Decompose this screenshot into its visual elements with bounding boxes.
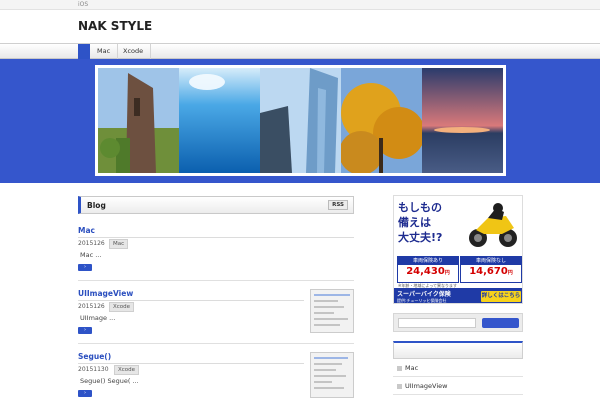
read-more-button[interactable]: › xyxy=(78,390,92,397)
hero-image-frame xyxy=(95,65,506,176)
thumb-line xyxy=(314,300,338,302)
bullet-square-icon xyxy=(397,384,402,389)
ad-headline-line: もしもの xyxy=(398,201,442,214)
post-title-rule xyxy=(78,237,354,238)
ad-price-value: 14,670 xyxy=(469,266,508,277)
thumb-line xyxy=(314,381,332,383)
sidebar-item-mac[interactable]: Mac xyxy=(393,360,523,377)
read-more-button[interactable]: › xyxy=(78,264,92,271)
ad-price-box-with-coverage: 車両保険あり 24,430円 xyxy=(397,256,459,283)
ad-headline: もしもの 備えは 大丈夫!? xyxy=(398,200,442,245)
nav-home-marker[interactable] xyxy=(78,44,90,59)
thumb-line xyxy=(314,306,344,308)
sidebar-item-label: Mac xyxy=(405,364,419,372)
ad-price: 14,670円 xyxy=(461,265,521,280)
site-header: NAK STYLE xyxy=(0,10,600,43)
ad-price: 24,430円 xyxy=(398,265,458,280)
post-divider xyxy=(78,280,354,281)
sidebar-item-uiimageview[interactable]: UIImageView xyxy=(393,378,523,395)
thumb-line xyxy=(314,324,340,326)
ad-box-title: 車両保険なし xyxy=(461,257,521,265)
post-title-rule xyxy=(78,363,304,364)
motorcycle-image xyxy=(466,200,520,250)
read-more-button[interactable]: › xyxy=(78,327,92,334)
ad-provider: 提供:チューリッヒ保険会社 xyxy=(397,298,447,303)
ad-price-unit: 円 xyxy=(444,270,450,276)
post-excerpt: Mac ... xyxy=(80,251,102,259)
post-title[interactable]: Mac xyxy=(78,226,95,235)
topbar-category-label[interactable]: iOS xyxy=(78,1,88,8)
site-title[interactable]: NAK STYLE xyxy=(78,19,152,33)
thumb-line xyxy=(314,363,342,365)
search-widget xyxy=(393,313,523,332)
post-date: 20151130 xyxy=(78,366,109,373)
post-category-tag[interactable]: Xcode xyxy=(114,365,140,375)
ad-box-title: 車両保険あり xyxy=(398,257,458,265)
thumb-line xyxy=(314,375,346,377)
post-date: 2015126 xyxy=(78,240,105,247)
thumb-line xyxy=(314,357,348,359)
post-divider xyxy=(78,343,354,344)
post-excerpt: Segue() Segue( ... xyxy=(80,377,139,385)
thumb-line xyxy=(314,318,348,320)
post-category-tag[interactable]: Mac xyxy=(109,239,129,249)
ad-price-box-without-coverage: 車両保険なし 14,670円 xyxy=(460,256,522,283)
blog-section-title: Blog xyxy=(87,201,106,210)
photo-sunset-snowfield xyxy=(422,68,503,173)
post-item: Mac 2015126 Mac Mac ... › xyxy=(78,226,354,276)
thumb-line xyxy=(314,387,344,389)
post-category-tag[interactable]: Xcode xyxy=(109,302,135,312)
global-nav: Mac Xcode xyxy=(0,43,600,59)
thumb-line xyxy=(314,312,334,314)
top-utility-bar: iOS xyxy=(0,0,600,10)
ad-headline-line: 備えは xyxy=(398,216,431,229)
sidebar-item-label: UIImageView xyxy=(405,382,448,390)
hero-photo-strip xyxy=(98,68,503,173)
blog-section-header: Blog RSS xyxy=(78,196,354,214)
post-title[interactable]: UIImageView xyxy=(78,289,133,298)
ad-product-name: スーパーバイク保険 xyxy=(397,291,451,298)
ad-bottom-bar: スーパーバイク保険 提供:チューリッヒ保険会社 詳しくはこちら xyxy=(394,288,522,303)
sidebar-widget-header xyxy=(393,341,523,359)
ad-details-button[interactable]: 詳しくはこちら xyxy=(481,291,521,302)
ad-price-value: 24,430 xyxy=(406,266,445,277)
photo-skyscrapers xyxy=(260,68,341,173)
post-date: 2015126 xyxy=(78,303,105,310)
photo-water-surface xyxy=(179,68,260,173)
thumb-line xyxy=(314,369,336,371)
post-title[interactable]: Segue() xyxy=(78,352,111,361)
ad-headline-line: 大丈夫!? xyxy=(398,231,443,244)
rss-button[interactable]: RSS xyxy=(328,200,348,210)
ad-price-unit: 円 xyxy=(507,270,513,276)
search-button[interactable] xyxy=(482,318,519,328)
nav-item-xcode[interactable]: Xcode xyxy=(116,44,152,59)
photo-autumn-ginkgo xyxy=(341,68,422,173)
ad-top-area: もしもの 備えは 大丈夫!? xyxy=(394,196,522,253)
post-thumbnail[interactable] xyxy=(310,352,354,398)
hero-banner xyxy=(0,59,600,183)
post-excerpt: UIImage ... xyxy=(80,314,116,322)
search-input[interactable] xyxy=(398,318,476,328)
thumb-line xyxy=(314,294,350,296)
photo-church-tower xyxy=(98,68,179,173)
nav-item-mac[interactable]: Mac xyxy=(90,44,119,59)
post-thumbnail[interactable] xyxy=(310,289,354,333)
bullet-square-icon xyxy=(397,366,402,371)
insurance-ad-banner[interactable]: もしもの 備えは 大丈夫!? 車両保険あり 24,430円 車両保険なし 14,… xyxy=(393,195,523,304)
post-title-rule xyxy=(78,300,304,301)
